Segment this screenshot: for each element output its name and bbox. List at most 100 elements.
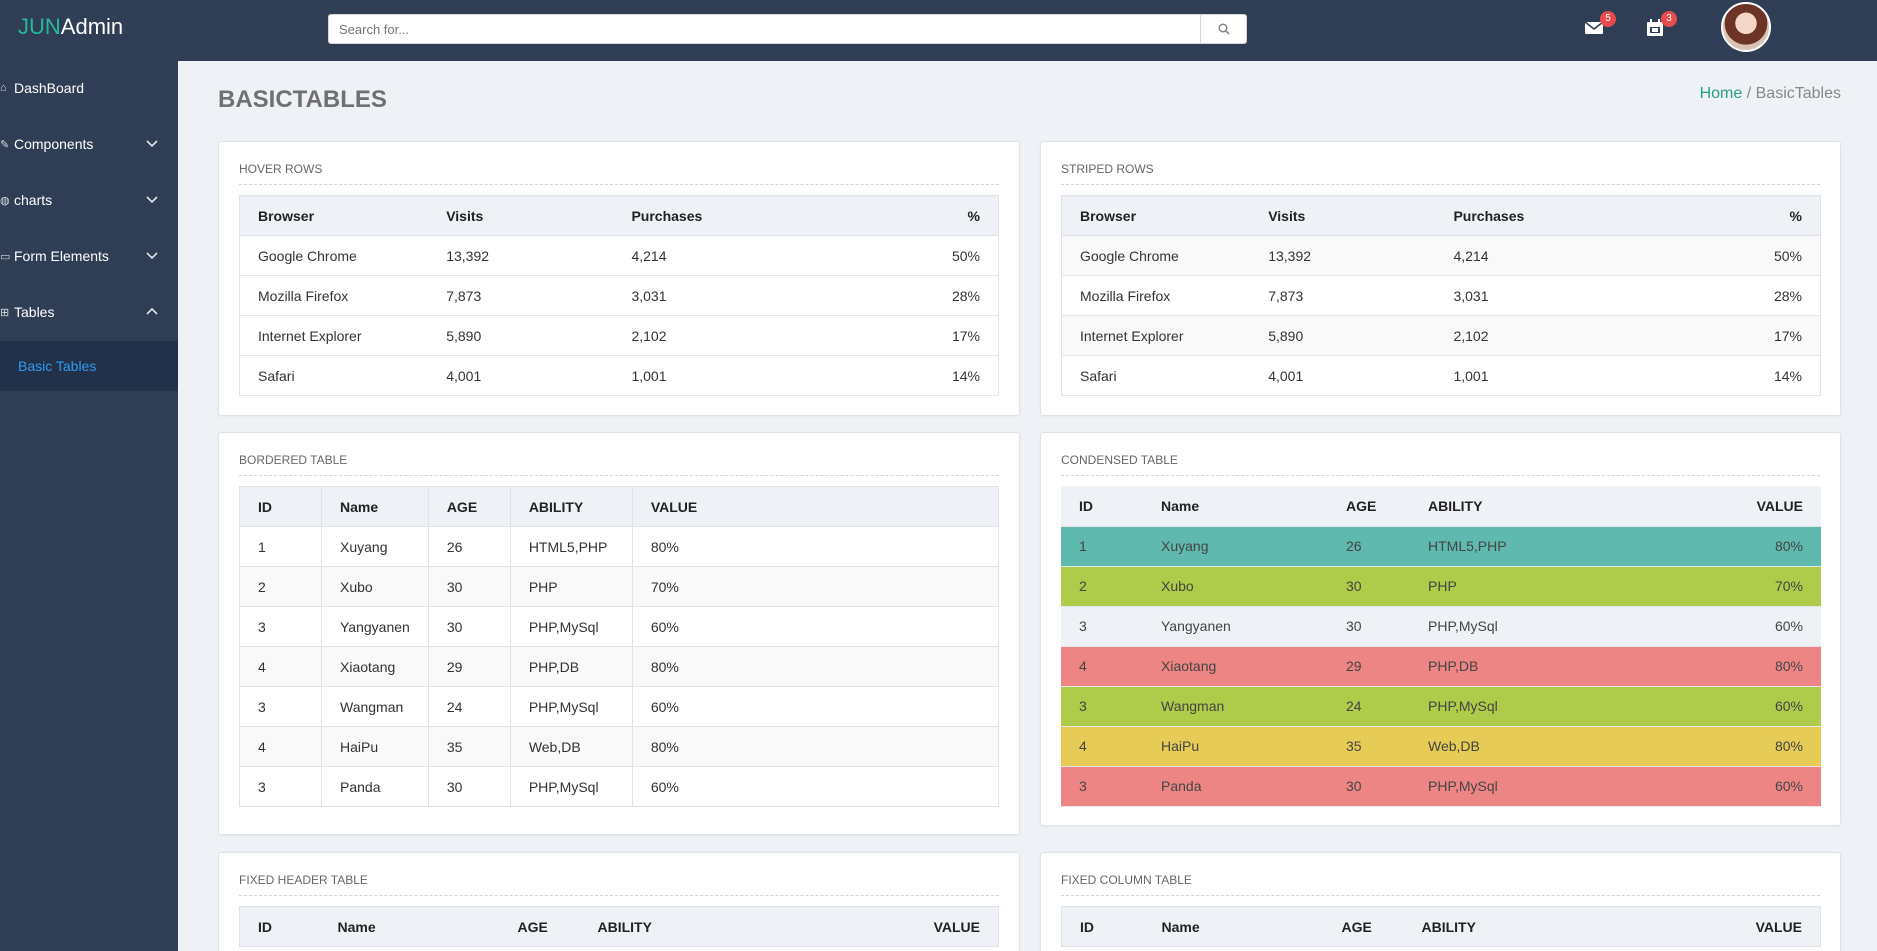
column-header: Purchases bbox=[613, 195, 934, 236]
table-row[interactable]: 4 HaiPu 35 Web,DB 80% bbox=[1061, 726, 1821, 767]
table-cell: 30 bbox=[427, 606, 511, 647]
panel-title: FIXED COLUMN TABLE bbox=[1061, 873, 1820, 896]
fixed-column-table-panel: FIXED COLUMN TABLE ID Name AGE ABILITY VALUE bbox=[1040, 852, 1841, 951]
table-cell: 4 bbox=[1061, 726, 1143, 767]
user-avatar[interactable] bbox=[1721, 2, 1771, 52]
hover-table: Browser Visits Purchases% Google Chrome 13,3… bbox=[239, 195, 999, 396]
mail-button[interactable]: 5 bbox=[1584, 11, 1616, 40]
table-row[interactable]: 3 Wangman 24 PHP,MySql 60% bbox=[239, 686, 1000, 727]
table-row[interactable]: 4 Xiaotang 29 PHP,DB 80% bbox=[239, 646, 1000, 687]
table-cell: PHP,MySql bbox=[1410, 766, 1660, 807]
logo-suffix: Admin bbox=[60, 14, 124, 39]
table-header-row: Browser Visits Purchases% bbox=[1061, 195, 1821, 236]
logo-prefix: JUN bbox=[18, 14, 61, 39]
table-cell: Wangman bbox=[1143, 686, 1328, 727]
table-cell: 29 bbox=[427, 646, 511, 687]
globe-icon: ◍ bbox=[0, 194, 10, 207]
table-cell: 3,031 bbox=[613, 275, 934, 316]
column-header: ID bbox=[239, 906, 320, 947]
table-header-row: ID Name AGE ABILITY VALUE bbox=[239, 486, 1000, 527]
panel-title: HOVER ROWS bbox=[239, 162, 999, 185]
table-row[interactable]: 3 Wangman 24 PHP,MySql 60% bbox=[1061, 686, 1821, 727]
condensed-table-panel: CONDENSED TABLE ID Name AGE ABILITY VALUE 1 Xu… bbox=[1040, 432, 1841, 826]
table-cell: 7,873 bbox=[1250, 275, 1436, 316]
table-cell: 5,890 bbox=[1250, 315, 1436, 356]
table-cell: 60% bbox=[631, 606, 1000, 647]
table-row[interactable]: Internet Explorer 5,890 2,102 17% bbox=[1061, 315, 1821, 356]
sidebar-item-label: Components bbox=[14, 136, 94, 152]
chevron-down-icon bbox=[146, 140, 158, 148]
table-cell: 28% bbox=[933, 275, 999, 316]
table-cell: Xuyang bbox=[1143, 526, 1328, 567]
search-button[interactable] bbox=[1200, 15, 1246, 43]
table-cell: 2,102 bbox=[1435, 315, 1756, 356]
sidebar-item-charts[interactable]: ◍ charts bbox=[0, 180, 178, 220]
fixed-header-table: ID Name AGE ABILITY VALUE bbox=[239, 906, 999, 947]
fixed-header-table-panel: FIXED HEADER TABLE ID Name AGE ABILITY VALUE bbox=[218, 852, 1020, 951]
table-cell: 50% bbox=[933, 235, 999, 276]
sidebar-item-components[interactable]: ✎ Components bbox=[0, 124, 178, 164]
table-row[interactable]: Safari 4,001 1,001 14% bbox=[239, 355, 999, 396]
breadcrumb-home-link[interactable]: Home bbox=[1700, 85, 1743, 102]
table-row[interactable]: Google Chrome 13,392 4,214 50% bbox=[1061, 235, 1821, 276]
home-icon: ⌂ bbox=[0, 82, 7, 94]
column-header: AGE bbox=[1328, 486, 1410, 527]
table-cell: 4,214 bbox=[1435, 235, 1756, 276]
table-cell: 50% bbox=[1755, 235, 1821, 276]
column-header: Name bbox=[1143, 906, 1324, 947]
table-cell: Internet Explorer bbox=[239, 315, 429, 356]
table-cell: 30 bbox=[1328, 606, 1410, 647]
table-cell: 30 bbox=[427, 566, 511, 607]
table-cell: 60% bbox=[1660, 686, 1821, 727]
table-row[interactable]: 4 HaiPu 35 Web,DB 80% bbox=[239, 726, 1000, 767]
table-row[interactable]: 1 Xuyang 26 HTML5,PHP 80% bbox=[1061, 526, 1821, 567]
table-cell: PHP,MySql bbox=[509, 766, 633, 807]
table-row[interactable]: 3 Yangyanen 30 PHP,MySql 60% bbox=[239, 606, 1000, 647]
table-cell: 2 bbox=[1061, 566, 1143, 607]
app-logo[interactable]: JUNAdmin bbox=[18, 14, 123, 40]
table-cell: 3 bbox=[1061, 606, 1143, 647]
table-row[interactable]: 1 Xuyang 26 HTML5,PHP 80% bbox=[239, 526, 1000, 567]
column-header: AGE bbox=[1323, 906, 1404, 947]
table-cell: 1 bbox=[1061, 526, 1143, 567]
table-cell: 14% bbox=[933, 355, 999, 396]
table-cell: 60% bbox=[631, 686, 1000, 727]
table-cell: Yangyanen bbox=[321, 606, 429, 647]
sidebar-item-tables[interactable]: ⊞ Tables bbox=[0, 292, 178, 332]
table-row[interactable]: Mozilla Firefox 7,873 3,031 28% bbox=[239, 275, 999, 316]
table-cell: Google Chrome bbox=[1061, 235, 1251, 276]
table-cell: Web,DB bbox=[1410, 726, 1660, 767]
table-row[interactable]: Mozilla Firefox 7,873 3,031 28% bbox=[1061, 275, 1821, 316]
table-row[interactable]: 4 Xiaotang 29 PHP,DB 80% bbox=[1061, 646, 1821, 687]
table-cell: 60% bbox=[1660, 606, 1821, 647]
table-cell: Google Chrome bbox=[239, 235, 429, 276]
table-icon: ⊞ bbox=[0, 306, 10, 319]
chevron-down-icon bbox=[146, 252, 158, 260]
sidebar-item-form-elements[interactable]: ▭ Form Elements bbox=[0, 236, 178, 276]
table-row[interactable]: 2 Xubo 30 PHP 70% bbox=[1061, 566, 1821, 607]
table-cell: 30 bbox=[427, 766, 511, 807]
table-cell: 4,001 bbox=[1250, 355, 1436, 396]
table-cell: PHP,MySql bbox=[509, 686, 633, 727]
table-cell: 60% bbox=[1660, 766, 1821, 807]
table-row[interactable]: 3 Panda 30 PHP,MySql 60% bbox=[1061, 766, 1821, 807]
sidebar-item-dashboard[interactable]: ⌂ DashBoard bbox=[0, 68, 178, 108]
table-cell: 30 bbox=[1328, 766, 1410, 807]
table-cell: 3 bbox=[239, 686, 322, 727]
table-cell: PHP,MySql bbox=[509, 606, 633, 647]
calendar-button[interactable]: 3 bbox=[1645, 11, 1677, 40]
sidebar-subitem-basic-tables[interactable]: Basic Tables bbox=[0, 341, 178, 391]
column-header: Name bbox=[321, 486, 429, 527]
table-cell: PHP,DB bbox=[509, 646, 633, 687]
table-cell: Mozilla Firefox bbox=[239, 275, 429, 316]
table-row[interactable]: 2 Xubo 30 PHP 70% bbox=[239, 566, 1000, 607]
table-row[interactable]: Google Chrome 13,392 4,214 50% bbox=[239, 235, 999, 276]
table-row[interactable]: 3 Yangyanen 30 PHP,MySql 60% bbox=[1061, 606, 1821, 647]
table-cell: 1,001 bbox=[1435, 355, 1756, 396]
table-row[interactable]: Safari 4,001 1,001 14% bbox=[1061, 355, 1821, 396]
table-cell: 3 bbox=[239, 766, 322, 807]
table-row[interactable]: 3 Panda 30 PHP,MySql 60% bbox=[239, 766, 1000, 807]
search-input[interactable] bbox=[329, 15, 1199, 43]
sidebar: ⌂ DashBoard ✎ Components ◍ charts ▭ Form Ele… bbox=[0, 61, 178, 951]
table-row[interactable]: Internet Explorer 5,890 2,102 17% bbox=[239, 315, 999, 356]
